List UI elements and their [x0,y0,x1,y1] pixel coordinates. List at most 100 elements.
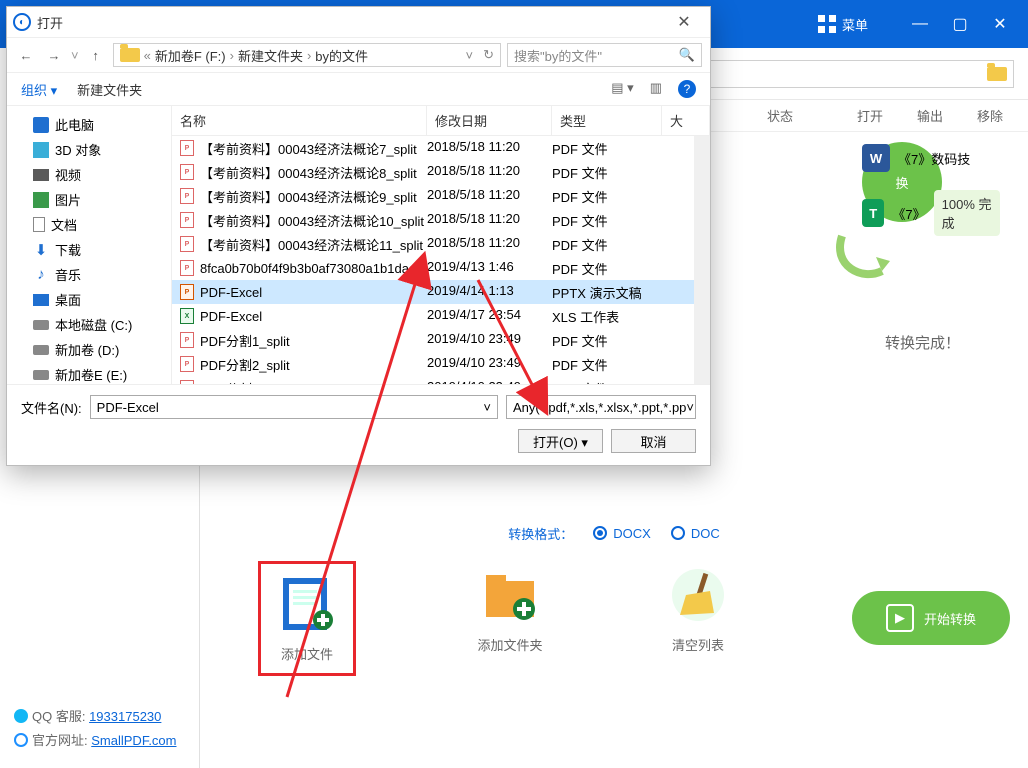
help-icon[interactable]: ? [678,80,696,98]
tree-item-label: 3D 对象 [55,140,101,159]
clear-list-button[interactable]: 清空列表 [664,561,732,654]
file-name: 【考前资料】00043经济法概论7_split [200,139,417,158]
menu-label: 菜单 [842,15,868,34]
file-type: PDF 文件 [552,259,662,278]
crumb[interactable]: 新加卷F (F:) [155,46,226,65]
qq-label: QQ 客服: [32,709,85,724]
file-row[interactable]: P【考前资料】00043经济法概论9_split2018/5/18 11:20P… [172,184,694,208]
file-type: PPTX 演示文稿 [552,283,662,302]
tree-item[interactable]: ♪ 音乐 [7,262,171,287]
tree-item[interactable]: 新加卷E (E:) [7,362,171,384]
file-date: 2018/5/18 11:20 [427,235,552,254]
new-folder-button[interactable]: 新建文件夹 [77,80,142,99]
dialog-close-button[interactable]: ✕ [664,12,704,32]
nav-back-button[interactable]: ← [15,48,37,63]
file-type: PDF 文件 [552,355,662,374]
file-row[interactable]: P【考前资料】00043经济法概论7_split2018/5/18 11:20P… [172,136,694,160]
conversion-item[interactable]: W 《7》数码技 [862,144,1000,172]
scrollbar[interactable] [694,136,710,384]
tree-item[interactable]: 桌面 [7,287,171,312]
maximize-button[interactable]: ▢ [940,4,980,44]
refresh-icon[interactable]: ↻ [483,47,494,63]
close-button[interactable]: ✕ [980,4,1020,44]
menu-button[interactable]: 菜单 [808,11,878,38]
file-list-rows[interactable]: P【考前资料】00043经济法概论7_split2018/5/18 11:20P… [172,136,694,384]
tree-item-label: 下载 [55,240,81,259]
conversion-item[interactable]: T 《7》 100% 完成 [862,190,1000,236]
nav-forward-button[interactable]: → [43,48,65,63]
add-file-button[interactable]: 添加文件 [273,570,341,663]
doc-icon [33,217,45,232]
file-row[interactable]: XPDF-Excel2019/4/17 23:54XLS 工作表 [172,304,694,328]
folder-tree[interactable]: 此电脑 3D 对象视频图片文档⬇下载 ♪ 音乐桌面本地磁盘 (C:)新加卷 (D:)新… [7,106,172,384]
header-state: 状态 [720,106,840,125]
music-icon: ♪ [33,267,49,283]
file-row[interactable]: PPDF-Excel2019/4/14 1:13PPTX 演示文稿 [172,280,694,304]
nav-up-button[interactable]: ↑ [85,48,107,63]
minimize-button[interactable]: — [900,4,940,44]
col-size[interactable]: 大 [662,106,710,135]
chevron-down-icon[interactable]: ˅ [466,48,474,63]
file-date: 2018/5/18 11:20 [427,187,552,206]
open-file-dialog: ◐ 打开 ✕ ← → ˅ ↑ « 新加卷F (F:)› 新建文件夹› by的文件… [6,6,711,466]
file-date: 2018/5/18 11:20 [427,139,552,158]
chevron-down-icon[interactable]: ˅ [483,400,491,415]
file-type: PDF 文件 [552,163,662,182]
format-docx-radio[interactable]: DOCX [593,526,651,541]
qq-link[interactable]: 1933175230 [89,709,161,724]
tree-item[interactable]: 图片 [7,187,171,212]
file-icon: P [180,356,194,372]
add-folder-button[interactable]: 添加文件夹 [476,561,544,654]
tree-item[interactable]: 视频 [7,162,171,187]
file-icon: P [180,140,194,156]
file-type: XLS 工作表 [552,307,662,326]
crumb[interactable]: 新建文件夹 [238,46,303,65]
filename-field[interactable]: PDF-Excel˅ [90,395,498,419]
file-name: PDF-Excel [200,285,262,300]
crumb[interactable]: by的文件 [315,46,368,65]
view-mode-button[interactable]: ▤ ▾ [611,80,633,98]
tree-item[interactable]: 新加卷 (D:) [7,337,171,362]
tree-item[interactable]: 此电脑 [7,112,171,137]
folder-icon[interactable] [987,67,1007,81]
tree-item-label: 音乐 [55,265,81,284]
file-row[interactable]: P【考前资料】00043经济法概论10_split2018/5/18 11:20… [172,208,694,232]
chevron-down-icon[interactable]: ˅ [686,400,694,415]
col-name[interactable]: 名称 [172,106,427,135]
file-name: 【考前资料】00043经济法概论8_split [200,163,417,182]
open-button[interactable]: 打开(O) ▾ [518,429,603,453]
file-row[interactable]: P【考前资料】00043经济法概论8_split2018/5/18 11:20P… [172,160,694,184]
tree-item[interactable]: 本地磁盘 (C:) [7,312,171,337]
col-type[interactable]: 类型 [552,106,662,135]
file-row[interactable]: P【考前资料】00043经济法概论11_split2018/5/18 11:20… [172,232,694,256]
file-type: PDF 文件 [552,211,662,230]
chevron-down-icon[interactable]: ˅ [71,48,79,63]
file-row[interactable]: PPDF分割1_split2019/4/10 23:49PDF 文件 [172,328,694,352]
preview-pane-button[interactable]: ▥ [650,80,662,98]
drive-icon [33,370,49,380]
tree-item[interactable]: 文档 [7,212,171,237]
breadcrumb[interactable]: « 新加卷F (F:)› 新建文件夹› by的文件 ˅ ↻ [113,43,501,67]
tree-item[interactable]: ⬇下载 [7,237,171,262]
filetype-filter[interactable]: Any(*.pdf,*.xls,*.xlsx,*.ppt,*.pp˅ [506,395,696,419]
format-doc-radio[interactable]: DOC [671,526,720,541]
file-date: 2019/4/13 1:46 [427,259,552,278]
site-link[interactable]: SmallPDF.com [91,733,176,748]
search-icon: 🔍 [679,47,695,63]
start-convert-button[interactable]: ▶ 开始转换 [852,591,1010,645]
file-row[interactable]: P8fca0b70b0f4f9b3b0af73080a1b1dad2019/4/… [172,256,694,280]
menu-grid-icon [818,15,836,33]
conversion-items: W 《7》数码技 T 《7》 100% 完成 [862,126,1000,254]
header-remove: 移除 [960,106,1020,125]
file-row[interactable]: PPDF分割2_split2019/4/10 23:49PDF 文件 [172,352,694,376]
file-name: 【考前资料】00043经济法概论9_split [200,187,417,206]
search-input[interactable]: 搜索"by的文件" 🔍 [507,43,702,67]
organize-button[interactable]: 组织 ▾ [21,80,57,99]
file-date: 2018/5/18 11:20 [427,211,552,230]
tree-item[interactable]: 3D 对象 [7,137,171,162]
file-row[interactable]: PPDF分割3_split2019/4/10 23:49PDF 文件 [172,376,694,384]
cancel-button[interactable]: 取消 [611,429,696,453]
site-label: 官方网址: [32,733,88,748]
col-date[interactable]: 修改日期 [427,106,552,135]
format-docx-label: DOCX [613,526,651,541]
